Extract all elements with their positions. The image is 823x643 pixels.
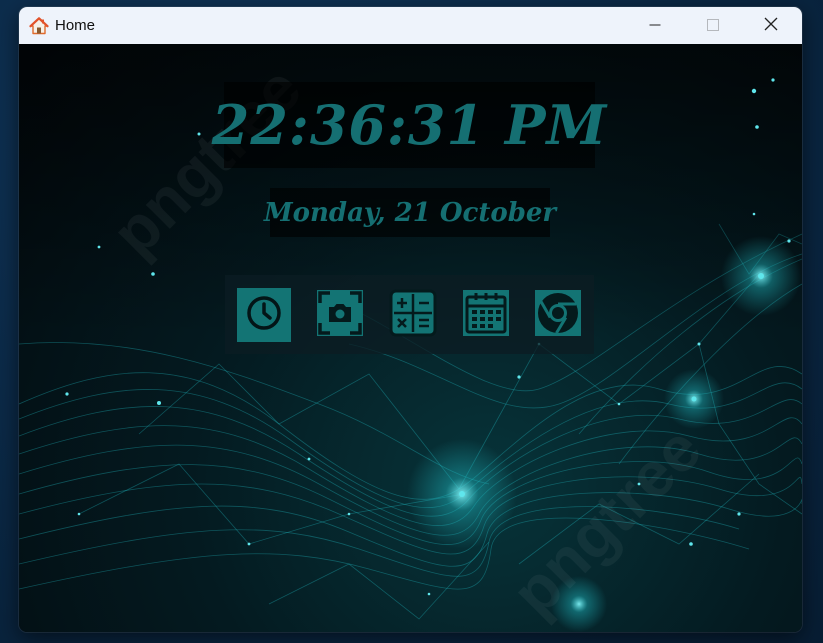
- dock-item-camera[interactable]: [313, 288, 367, 342]
- maximize-icon: [707, 16, 719, 35]
- chrome-icon: [534, 289, 582, 341]
- date-panel: Monday, 21 October: [264, 188, 556, 237]
- dock-item-clock[interactable]: [237, 288, 291, 342]
- title-bar[interactable]: Home: [19, 7, 802, 44]
- maximize-button[interactable]: [684, 7, 742, 44]
- home-icon: [29, 16, 49, 36]
- close-button[interactable]: [742, 7, 800, 44]
- app-window: Home pngtree pngtree 22:36:31 PM Monday,…: [19, 7, 802, 632]
- desktop-content: pngtree pngtree 22:36:31 PM Monday, 21 O…: [19, 44, 802, 632]
- close-icon: [764, 16, 778, 35]
- camera-icon: [316, 289, 364, 341]
- calculator-icon: [389, 289, 437, 341]
- clock-time: 22:36:31 PM: [211, 93, 608, 157]
- dock-item-calendar[interactable]: [459, 288, 513, 342]
- calendar-icon: [462, 289, 510, 341]
- dock-item-chrome[interactable]: [531, 288, 585, 342]
- clock-icon: [244, 293, 284, 337]
- clock-panel: 22:36:31 PM: [212, 82, 606, 168]
- minimize-button[interactable]: [626, 7, 684, 44]
- window-title: Home: [55, 17, 96, 34]
- minimize-icon: [649, 16, 661, 35]
- app-dock: [225, 275, 594, 354]
- clock-date: Monday, 21 October: [263, 197, 557, 228]
- dock-item-calculator[interactable]: [386, 288, 440, 342]
